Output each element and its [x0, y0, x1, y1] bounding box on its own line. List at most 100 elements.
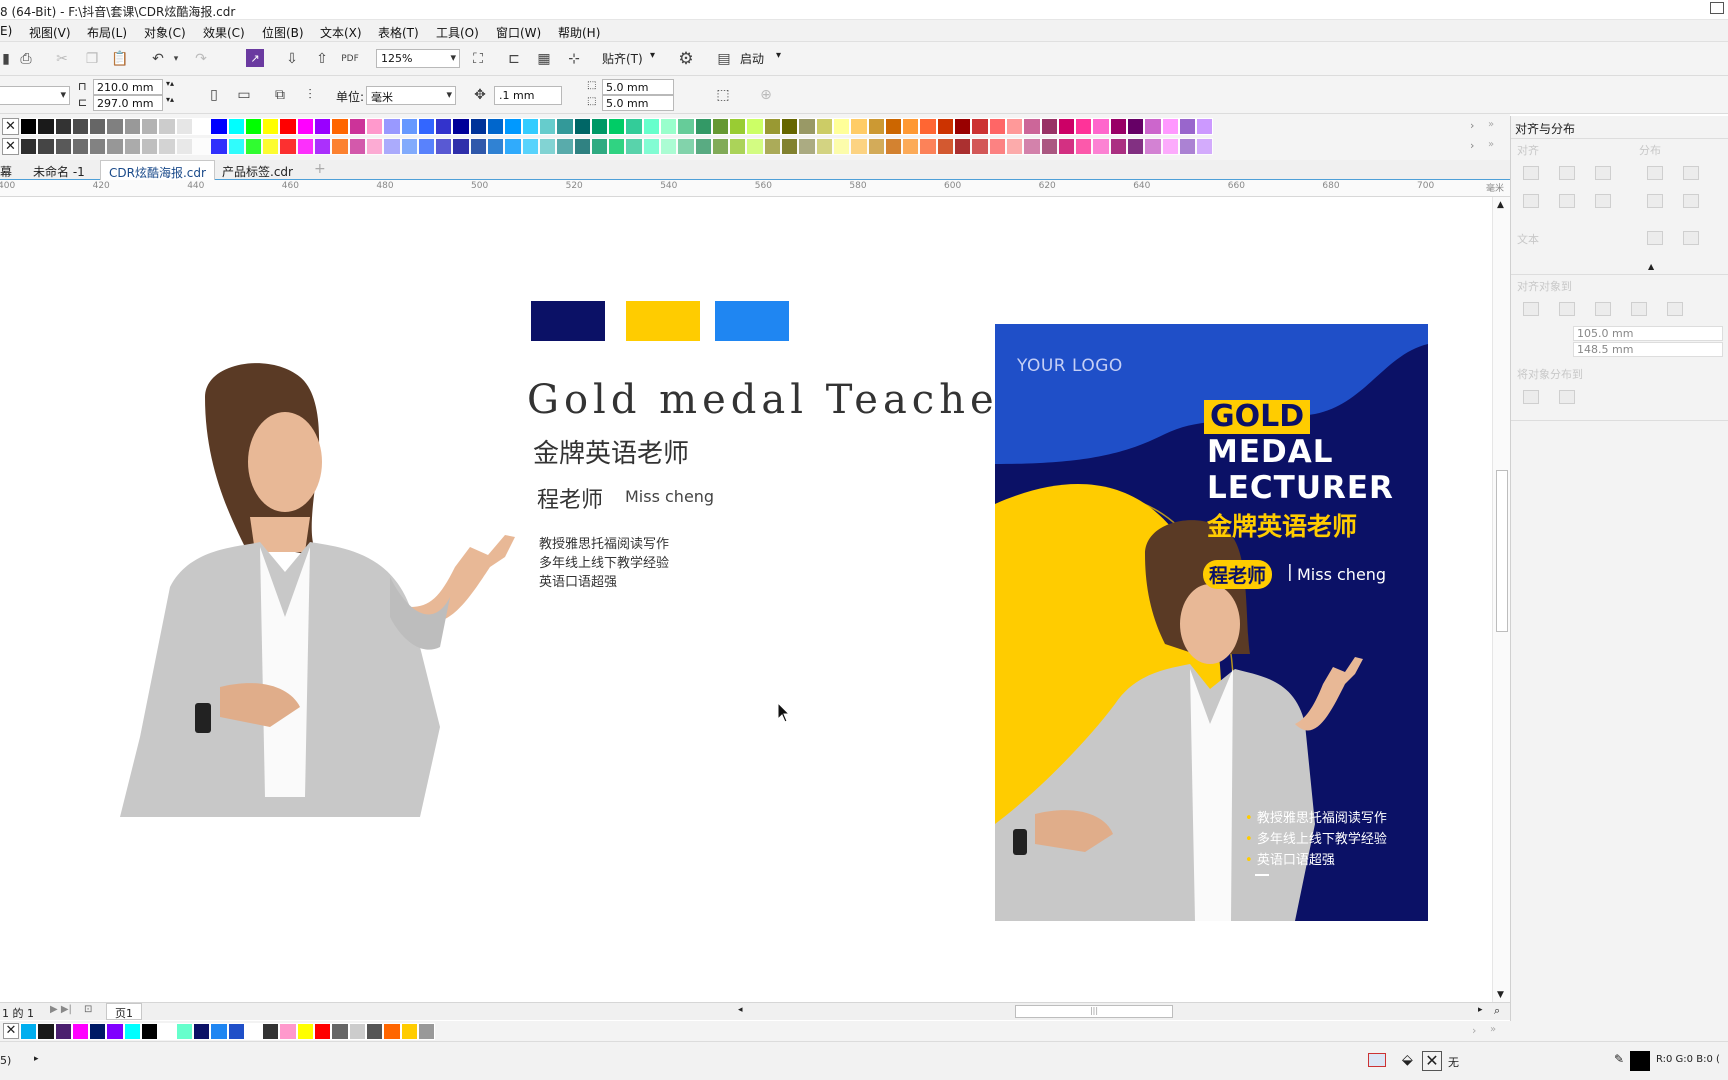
launch-icon[interactable]: ▤ — [714, 49, 734, 69]
document-palette-swatch[interactable] — [244, 1023, 263, 1040]
distribute-to-selection-icon[interactable] — [1523, 390, 1539, 404]
poster-name-cn-badge[interactable]: 程老师 — [1203, 560, 1273, 589]
menu-view[interactable]: 视图(V) — [29, 24, 71, 41]
palette-swatch[interactable] — [642, 118, 660, 135]
menu-text[interactable]: 文本(X) — [320, 24, 362, 41]
palette-swatch[interactable] — [89, 138, 107, 155]
hscroll-left-icon[interactable]: ◂ — [738, 1005, 743, 1015]
document-palette-swatch[interactable] — [158, 1023, 176, 1040]
palette-swatch[interactable] — [936, 118, 955, 135]
scroll-up-icon[interactable]: ▲ — [1497, 200, 1504, 210]
fill-none-swatch-icon[interactable]: ✕ — [1422, 1051, 1442, 1071]
status-expand-icon[interactable]: ▸ — [34, 1054, 39, 1064]
document-palette-swatch[interactable] — [210, 1023, 228, 1040]
new-tab-plus-icon[interactable]: + — [314, 161, 326, 177]
hscroll-right-icon[interactable]: ▸ — [1478, 1005, 1483, 1015]
palette-swatch[interactable] — [538, 138, 557, 155]
scroll-down-icon[interactable]: ▼ — [1497, 990, 1504, 1000]
palette-swatch[interactable] — [348, 138, 366, 155]
align-to-active-icon[interactable] — [1523, 302, 1539, 316]
palette-swatch[interactable] — [106, 118, 124, 135]
align-to-page-center-icon[interactable] — [1595, 302, 1611, 316]
align-point-x-field[interactable]: 105.0 mm — [1573, 326, 1723, 341]
document-palette-swatch[interactable] — [71, 1023, 90, 1040]
palette-swatch[interactable] — [902, 138, 920, 155]
palette-swatch[interactable] — [590, 138, 609, 155]
palette-swatch[interactable] — [469, 138, 488, 155]
palette-expand-icon[interactable]: » — [1488, 119, 1494, 130]
launch-chevron-down-icon[interactable]: ▾ — [776, 50, 781, 61]
palette-swatch[interactable] — [884, 138, 903, 155]
import-icon[interactable]: ⇩ — [282, 49, 302, 69]
palette-swatch[interactable] — [20, 138, 38, 155]
menu-bitmap[interactable]: 位图(B) — [262, 24, 304, 41]
poster-logo-text[interactable]: YOUR LOGO — [1017, 356, 1123, 376]
palette-swatch[interactable] — [902, 118, 920, 135]
align-center-v-icon[interactable] — [1559, 194, 1575, 208]
teacher-name-cn[interactable]: 程老师 — [537, 482, 603, 514]
poster-bullets[interactable]: • 教授雅思托福阅读写作 • 多年线上线下教学经验 • 英语口语超强 — [1245, 808, 1387, 876]
document-palette-swatch[interactable] — [331, 1023, 349, 1040]
palette-swatch[interactable] — [210, 138, 228, 155]
fill-bucket-icon[interactable]: ⬙ — [1402, 1052, 1413, 1068]
palette-swatch[interactable] — [521, 118, 539, 135]
palette-swatch[interactable] — [746, 138, 764, 155]
restore-icon[interactable] — [1710, 2, 1724, 14]
document-palette-swatch[interactable] — [192, 1023, 211, 1040]
palette-swatch[interactable] — [296, 138, 315, 155]
show-guidelines-icon[interactable]: ⊹ — [564, 49, 584, 69]
palette-swatch[interactable] — [1109, 138, 1127, 155]
palette-swatch[interactable] — [850, 138, 868, 155]
palette-swatch[interactable] — [262, 138, 280, 155]
palette-swatch[interactable] — [781, 138, 799, 155]
palette-swatch[interactable] — [867, 138, 885, 155]
color-palette-row-2[interactable] — [20, 138, 1214, 157]
palette-swatch[interactable] — [936, 138, 955, 155]
palette-swatch[interactable] — [1057, 138, 1076, 155]
palette-swatch[interactable] — [884, 118, 903, 135]
next-page-icon[interactable]: ▶ ▶| — [50, 1004, 72, 1015]
menu-object[interactable]: 对象(C) — [144, 24, 186, 41]
palette-swatch[interactable] — [54, 138, 72, 155]
undo-dropdown-icon[interactable]: ▾ — [166, 49, 186, 69]
palette-swatch[interactable] — [1161, 138, 1179, 155]
palette-scroll-right-icon[interactable]: › — [1470, 119, 1474, 132]
palette-swatch[interactable] — [20, 118, 38, 135]
swatch-yellow[interactable] — [626, 301, 700, 341]
palette-swatch[interactable] — [521, 138, 539, 155]
palette-swatch[interactable] — [798, 138, 816, 155]
palette-swatch[interactable] — [694, 118, 712, 135]
palette-swatch[interactable] — [365, 118, 384, 135]
palette-swatch[interactable] — [1196, 138, 1214, 155]
palette-swatch[interactable] — [452, 138, 470, 155]
tab-product-label[interactable]: 产品标签.cdr — [222, 163, 293, 180]
palette-swatch[interactable] — [988, 118, 1006, 135]
palette-swatch[interactable] — [850, 118, 868, 135]
teacher-name-en[interactable]: Miss cheng — [625, 487, 714, 506]
document-palette-swatch[interactable] — [296, 1023, 315, 1040]
palette-swatch[interactable] — [504, 118, 522, 135]
palette-swatch[interactable] — [971, 138, 989, 155]
palette-swatch[interactable] — [37, 138, 55, 155]
vertical-scroll-thumb[interactable] — [1496, 470, 1508, 632]
add-page-icon-bottom[interactable]: ⊡ — [84, 1004, 92, 1015]
palette-swatch[interactable] — [590, 118, 609, 135]
undo-icon[interactable]: ↶ — [148, 49, 168, 69]
align-bottom-icon[interactable] — [1595, 194, 1611, 208]
palette-swatch[interactable] — [677, 118, 695, 135]
palette-swatch[interactable] — [919, 118, 937, 135]
current-page-icon[interactable]: ⫶ — [300, 85, 320, 105]
palette-swatch[interactable] — [746, 118, 764, 135]
cut-icon[interactable]: ✂ — [52, 49, 72, 69]
palette-swatch[interactable] — [538, 118, 557, 135]
palette-swatch[interactable] — [1161, 118, 1179, 135]
swatch-navy[interactable] — [531, 301, 605, 341]
palette-swatch[interactable] — [383, 138, 401, 155]
palette-swatch[interactable] — [781, 118, 799, 135]
palette-swatch[interactable] — [1127, 138, 1145, 155]
all-pages-icon[interactable]: ⧉ — [270, 85, 290, 105]
palette-swatch[interactable] — [659, 138, 678, 155]
palette-swatch[interactable] — [296, 118, 315, 135]
palette-swatch[interactable] — [227, 118, 245, 135]
palette-swatch[interactable] — [244, 138, 263, 155]
